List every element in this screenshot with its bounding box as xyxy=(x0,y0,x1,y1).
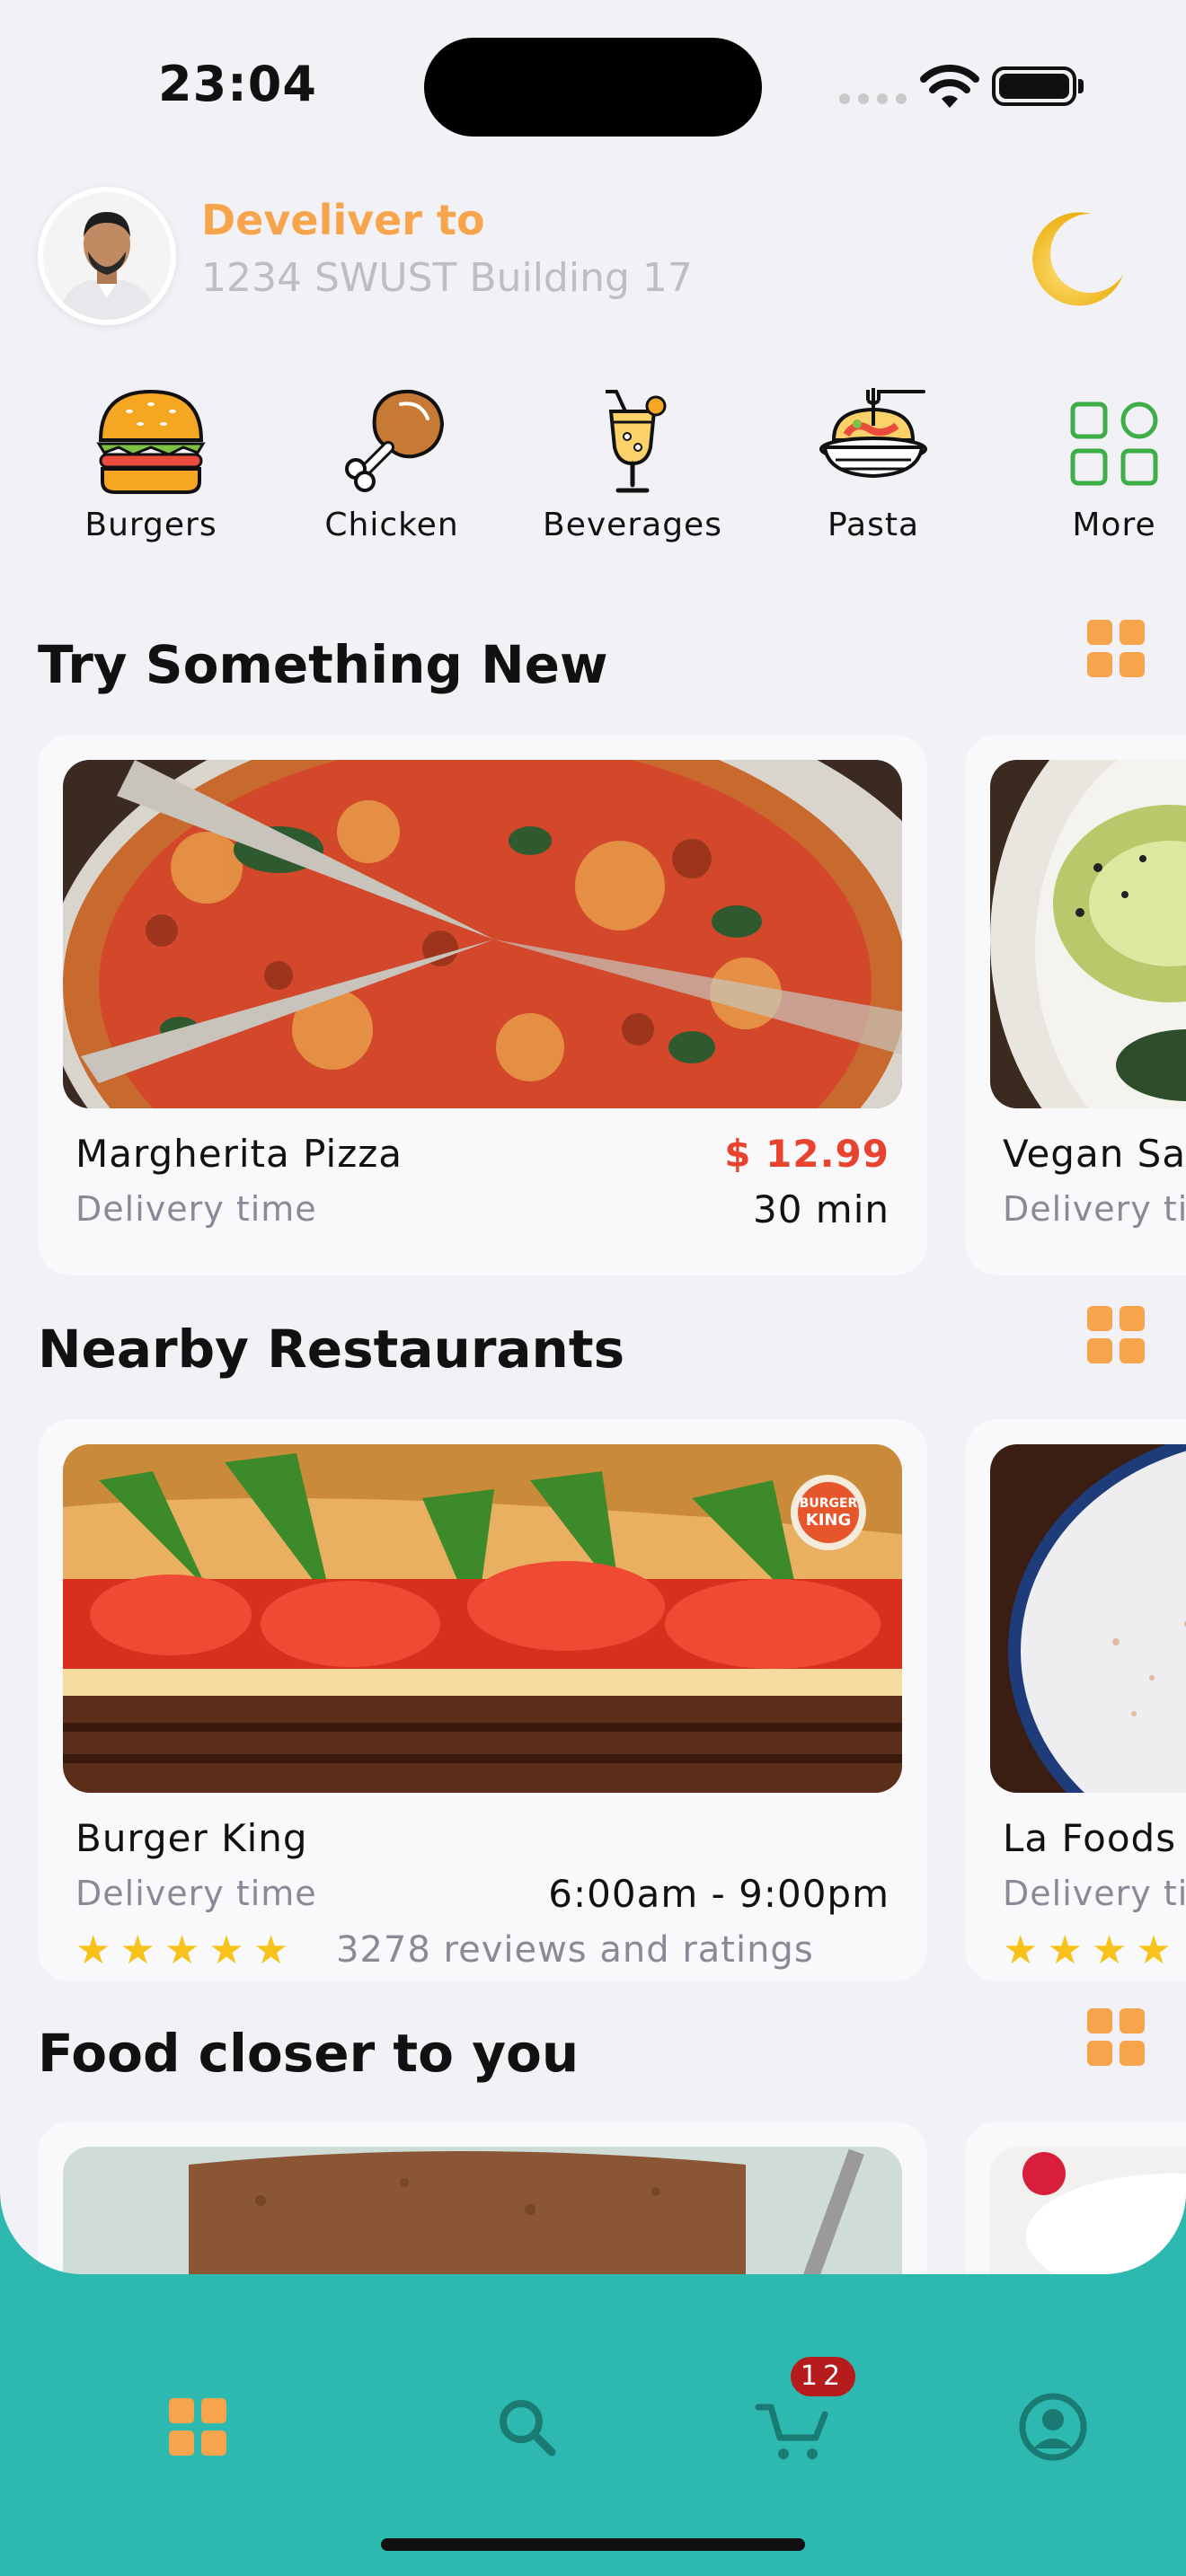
home-indicator[interactable] xyxy=(381,2538,805,2551)
battery-icon xyxy=(992,66,1084,106)
bottom-navigation xyxy=(0,2274,1186,2576)
food-name: Vegan Sa xyxy=(1003,1132,1186,1176)
delivery-time-label: Delivery time xyxy=(75,1874,317,1913)
svg-text:BURGER: BURGER xyxy=(800,1496,858,1511)
dark-mode-moon-icon[interactable] xyxy=(1021,205,1128,313)
restaurant-name: La Foods xyxy=(1003,1816,1177,1860)
delivery-time-value: 30 min xyxy=(753,1187,890,1231)
food-card-tiramisu[interactable] xyxy=(38,2122,927,2274)
profile-icon[interactable] xyxy=(1008,2382,1098,2472)
category-label: More xyxy=(1072,507,1156,543)
rating-stars: ★ ★ ★ ★ ★ xyxy=(75,1931,288,1971)
star-icon: ★ xyxy=(208,1928,244,1973)
grid-view-icon[interactable] xyxy=(1087,2008,1145,2066)
category-bar: Burgers Chicken Beverages Pasta More xyxy=(0,384,1186,546)
star-icon: ★ xyxy=(1091,1928,1128,1973)
food-card-margherita[interactable]: Margherita Pizza $ 12.99 Delivery time 3… xyxy=(38,735,927,1275)
wifi-icon xyxy=(920,65,979,108)
star-icon: ★ xyxy=(119,1928,155,1973)
avatar-person-icon xyxy=(43,192,171,320)
cart-badge: 12 xyxy=(791,2357,855,2396)
category-label: Chicken xyxy=(324,507,459,543)
star-icon: ★ xyxy=(1136,1928,1172,1973)
section-title-closer: Food closer to you xyxy=(38,2023,580,2084)
opening-hours: 6:00am - 9:00pm xyxy=(548,1872,890,1916)
burger-image: BURGER KING xyxy=(63,1444,902,1793)
signal-icon xyxy=(839,93,907,104)
star-icon: ★ xyxy=(1047,1928,1083,1973)
section-title-try-new: Try Something New xyxy=(38,634,608,695)
delivery-time-label: Delivery ti xyxy=(1003,1874,1186,1913)
food-card-vegan[interactable]: Vegan Sa Delivery ti xyxy=(965,735,1186,1275)
star-icon: ★ xyxy=(252,1928,289,1973)
category-label: Pasta xyxy=(827,507,920,543)
food-card-dessert[interactable] xyxy=(965,2122,1186,2274)
home-icon[interactable] xyxy=(153,2382,243,2472)
delivery-address[interactable]: 1234 SWUST Building 17 xyxy=(201,255,693,301)
category-label: Burgers xyxy=(84,507,217,543)
restaurant-card-burger-king[interactable]: BURGER KING Burger King Delivery time 6:… xyxy=(38,1419,927,1981)
chicken-leg-icon xyxy=(345,389,445,492)
screen: 23:04 Develiver to 1234 SWUST Building 1… xyxy=(0,0,1186,2274)
pizza-image xyxy=(63,760,902,1108)
star-icon: ★ xyxy=(75,1928,111,1973)
section-title-nearby: Nearby Restaurants xyxy=(38,1319,625,1380)
dessert-image xyxy=(990,2147,1186,2274)
deliver-to-label: Develiver to xyxy=(201,196,485,244)
tiramisu-image xyxy=(63,2147,902,2274)
food-price: $ 12.99 xyxy=(724,1132,890,1176)
category-chicken[interactable]: Chicken xyxy=(284,384,500,543)
vegan-salad-image xyxy=(990,760,1186,1108)
grid-view-icon[interactable] xyxy=(1087,1306,1145,1363)
reviews-count: 3278 reviews and ratings xyxy=(336,1929,814,1971)
status-time: 23:04 xyxy=(158,56,317,112)
burger-icon xyxy=(96,389,206,494)
rating-stars: ★ ★ ★ ★ xyxy=(1003,1931,1172,1971)
category-beverages[interactable]: Beverages xyxy=(525,384,740,543)
avatar[interactable] xyxy=(38,187,176,325)
pasta-icon xyxy=(819,388,927,479)
la-foods-image xyxy=(990,1444,1186,1793)
star-icon: ★ xyxy=(1003,1928,1039,1973)
cocktail-icon xyxy=(606,390,667,493)
restaurant-name: Burger King xyxy=(75,1816,308,1860)
svg-text:KING: KING xyxy=(806,1511,851,1530)
category-pasta[interactable]: Pasta xyxy=(766,384,981,543)
delivery-time-label: Delivery time xyxy=(75,1189,317,1229)
category-label: Beverages xyxy=(543,507,722,543)
search-icon[interactable] xyxy=(482,2382,571,2472)
category-burgers[interactable]: Burgers xyxy=(43,384,259,543)
grid-more-icon xyxy=(1070,401,1158,486)
category-more[interactable]: More xyxy=(1006,384,1186,543)
restaurant-card-la-foods[interactable]: La Foods Delivery ti ★ ★ ★ ★ xyxy=(965,1419,1186,1981)
grid-view-icon[interactable] xyxy=(1087,620,1145,677)
dynamic-island xyxy=(424,38,762,137)
star-icon: ★ xyxy=(164,1928,200,1973)
food-name: Margherita Pizza xyxy=(75,1132,403,1176)
delivery-time-label: Delivery ti xyxy=(1003,1189,1186,1229)
